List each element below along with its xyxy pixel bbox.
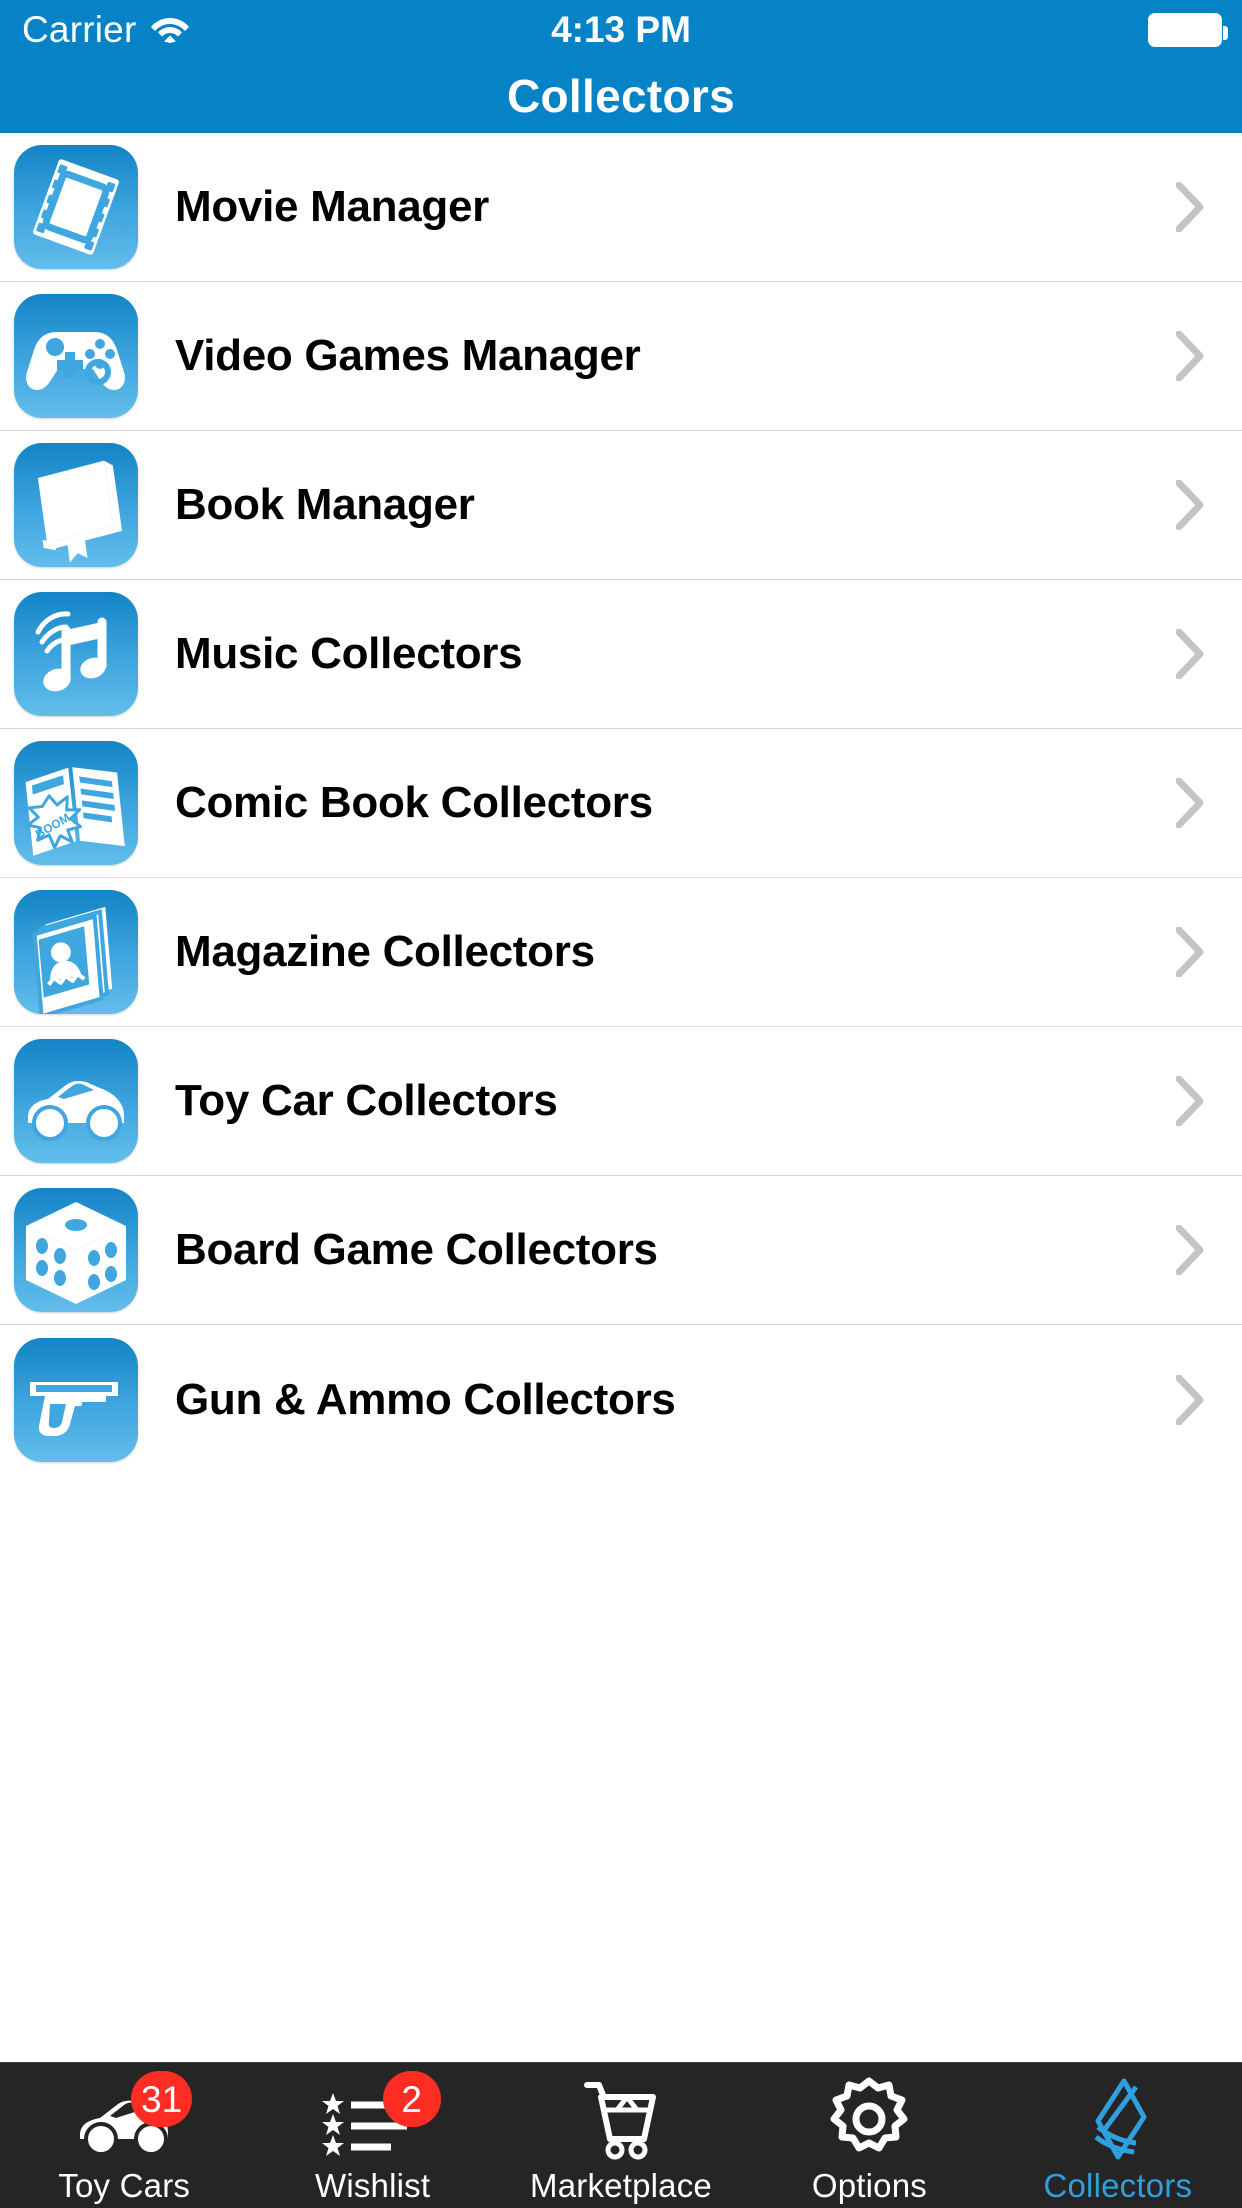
tab-marketplace[interactable]: Marketplace: [497, 2063, 745, 2208]
list-item-label: Magazine Collectors: [175, 927, 595, 976]
tab-bar: 31 Toy Cars 2 Wishlist Marketplace Optio…: [0, 2062, 1242, 2208]
chevron-right-icon: [1176, 778, 1204, 828]
app-screen: Carrier 4:13 PM Collectors Movie Manager…: [0, 0, 1242, 2208]
list-item-label: Comic Book Collectors: [175, 778, 653, 827]
toy-car-icon: [14, 1039, 138, 1163]
chevron-right-icon: [1176, 480, 1204, 530]
chevron-right-icon: [1176, 1374, 1204, 1425]
tab-label: Collectors: [1043, 2167, 1193, 2204]
list-item-label: Book Manager: [175, 480, 475, 529]
dice-icon: [14, 1188, 138, 1312]
list-item-label: Video Games Manager: [175, 331, 641, 380]
chevron-right-icon: [1176, 331, 1204, 381]
chevron-right-icon: [1176, 927, 1204, 977]
list-item[interactable]: Board Game Collectors: [0, 1176, 1242, 1325]
magazine-stack-icon: [14, 890, 138, 1014]
clock-label: 4:13 PM: [551, 9, 691, 50]
gear-icon: [813, 2077, 925, 2161]
navigation-bar: Collectors: [0, 60, 1242, 133]
chevron-right-icon: [1176, 1076, 1204, 1126]
list-item[interactable]: Magazine Collectors: [0, 878, 1242, 1027]
status-bar: Carrier 4:13 PM: [0, 0, 1242, 60]
book-icon: [14, 443, 138, 567]
layers-icon: [1062, 2077, 1174, 2161]
list-item-label: Gun & Ammo Collectors: [175, 1374, 676, 1424]
list-item[interactable]: Video Games Manager: [0, 282, 1242, 431]
list-item[interactable]: Movie Manager: [0, 133, 1242, 282]
list-item-label: Movie Manager: [175, 182, 489, 231]
chevron-right-icon: [1176, 182, 1204, 232]
tab-label: Toy Cars: [58, 2167, 191, 2204]
list-item-label: Music Collectors: [175, 629, 523, 678]
list-item-label: Toy Car Collectors: [175, 1076, 558, 1125]
tab-toy-cars[interactable]: 31 Toy Cars: [0, 2063, 248, 2208]
tab-label: Wishlist: [314, 2167, 431, 2204]
list-item[interactable]: Toy Car Collectors: [0, 1027, 1242, 1176]
list-item[interactable]: BOOM Comic Book Collectors: [0, 729, 1242, 878]
cart-icon: [565, 2077, 677, 2161]
comic-book-icon: BOOM: [14, 741, 138, 865]
chevron-right-icon: [1176, 1225, 1204, 1275]
list-item[interactable]: Music Collectors: [0, 580, 1242, 729]
tab-collectors[interactable]: Collectors: [994, 2063, 1242, 2208]
film-strip-icon: [14, 145, 138, 269]
status-bar-right: [1148, 13, 1228, 47]
battery-full-icon: [1148, 13, 1228, 47]
tab-label: Options: [811, 2167, 927, 2204]
tab-label: Marketplace: [530, 2167, 712, 2204]
tab-options[interactable]: Options: [745, 2063, 993, 2208]
music-note-icon: [14, 592, 138, 716]
star-list-icon: 2: [317, 2071, 441, 2161]
chevron-right-icon: [1176, 629, 1204, 679]
badge-count: 31: [131, 2071, 193, 2127]
list-item[interactable]: Gun & Ammo Collectors: [0, 1325, 1242, 1474]
list-item[interactable]: Book Manager: [0, 431, 1242, 580]
handgun-icon: [14, 1337, 138, 1462]
tab-wishlist[interactable]: 2 Wishlist: [248, 2063, 496, 2208]
page-title: Collectors: [507, 70, 735, 122]
car-icon: 31: [68, 2071, 193, 2161]
list-item-label: Board Game Collectors: [175, 1225, 658, 1274]
collectors-list: Movie Manager Video Games Manager Book M…: [0, 133, 1242, 1474]
game-controller-icon: [14, 294, 138, 418]
badge-count: 2: [382, 2071, 441, 2127]
